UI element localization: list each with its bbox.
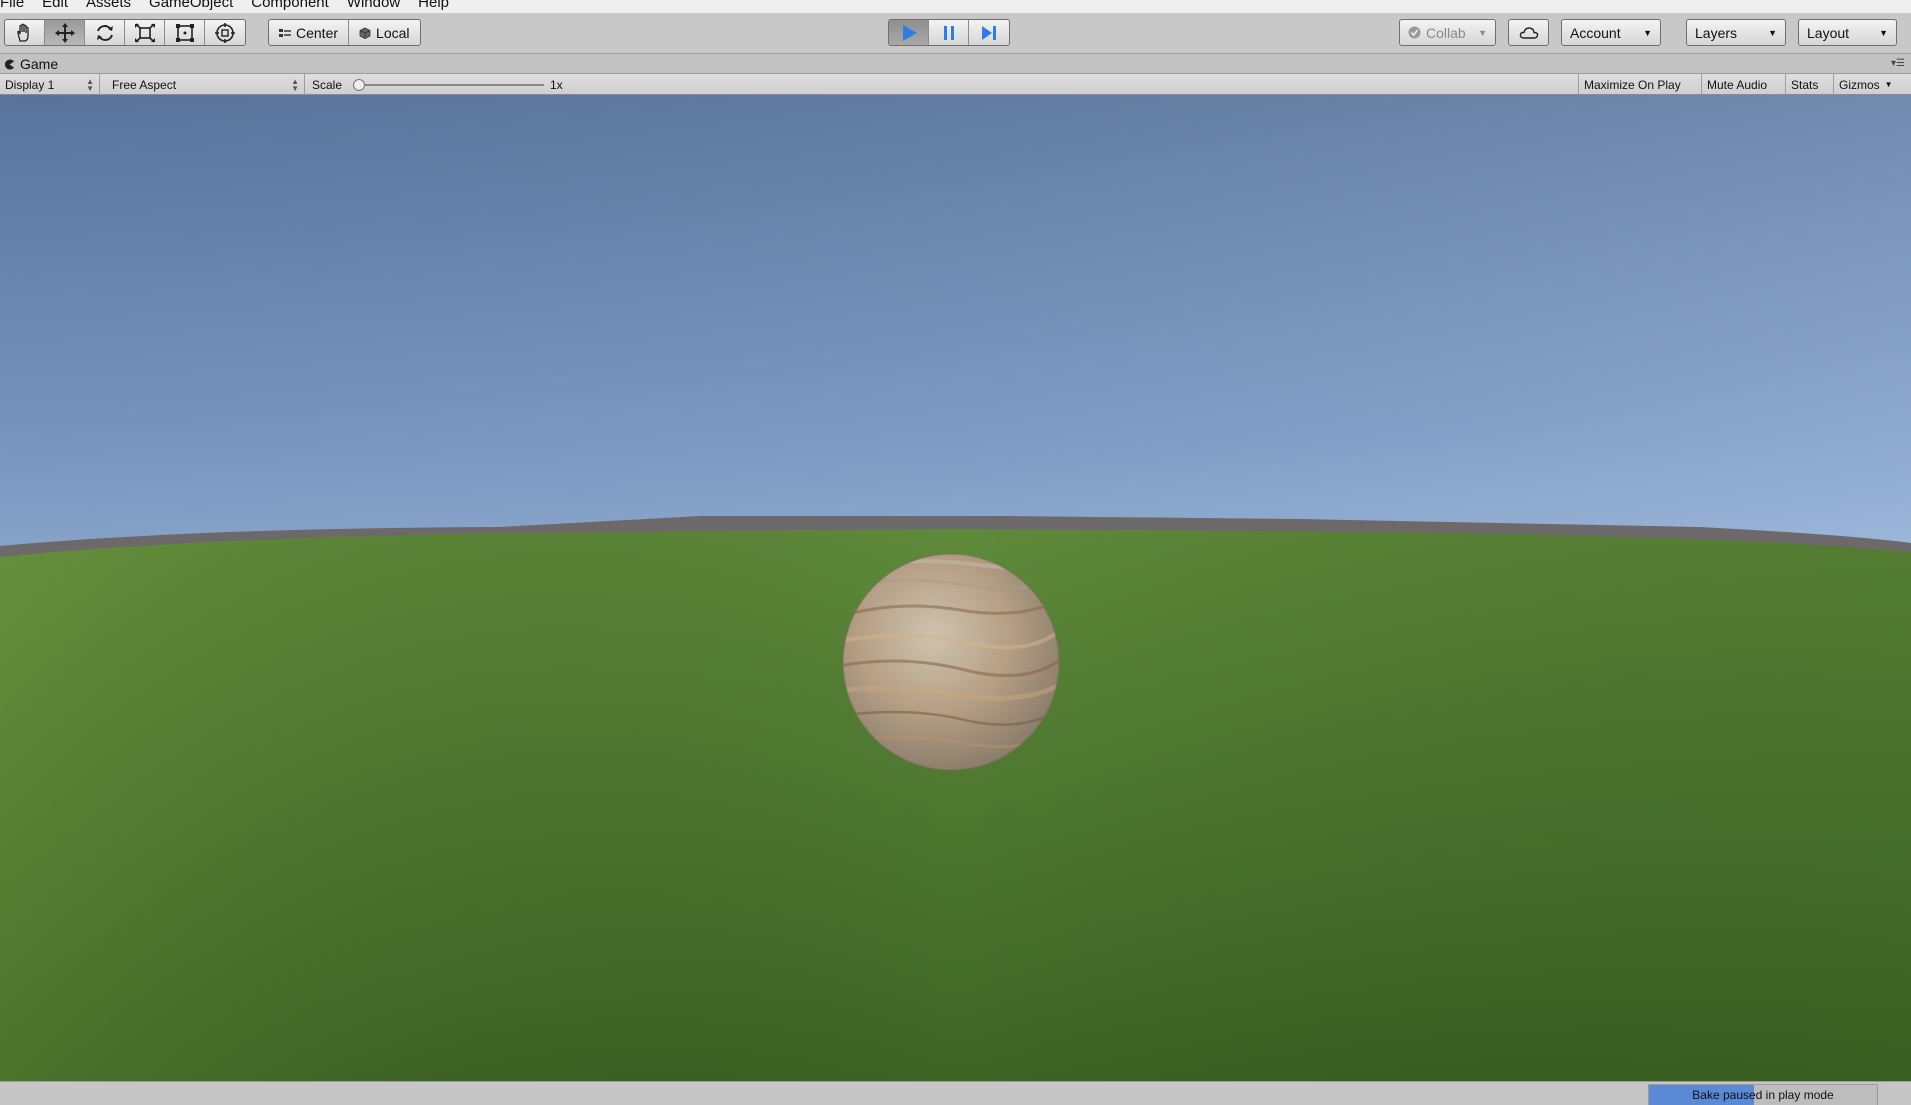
menu-item-file[interactable]: File — [0, 0, 24, 11]
account-label: Account — [1570, 24, 1621, 41]
layout-label: Layout — [1807, 24, 1850, 41]
pivot-group: Center Local — [268, 19, 421, 46]
maximize-on-play-toggle[interactable]: Maximize On Play — [1578, 74, 1686, 95]
rect-tool-button[interactable] — [165, 20, 205, 45]
rotate-tool-button[interactable] — [85, 20, 125, 45]
game-tab-label: Game — [20, 56, 59, 72]
menu-bar: File Edit Assets GameObject Component Window H… — [0, 0, 1911, 13]
hand-tool-button[interactable] — [5, 20, 45, 45]
updown-arrows-icon: ▲ ▼ — [86, 76, 94, 93]
move-tool-button[interactable] — [45, 20, 85, 45]
aspect-dropdown[interactable]: Free Aspect ▲ ▼ — [107, 74, 305, 95]
layers-dropdown[interactable]: Layers ▼ — [1686, 19, 1786, 46]
step-button[interactable] — [969, 20, 1009, 45]
rotate-icon — [96, 24, 113, 41]
pivot-center-button[interactable]: Center — [269, 20, 350, 45]
game-tab-bar: Game ▾☰ — [0, 54, 1911, 74]
layers-label: Layers — [1695, 24, 1738, 41]
aspect-label: Free Aspect — [112, 77, 177, 92]
collab-caret-icon: ▼ — [1478, 27, 1487, 38]
transform-tool-group — [4, 19, 246, 46]
play-button[interactable] — [889, 20, 929, 45]
cube-icon — [359, 27, 371, 39]
scale-icon — [134, 22, 155, 43]
display-label: Display 1 — [5, 77, 55, 92]
rock-sphere — [842, 553, 1060, 771]
collab-label: Collab — [1426, 24, 1466, 41]
maximize-on-play-label: Maximize On Play — [1584, 77, 1681, 92]
checkmark-circle-icon — [1408, 26, 1421, 39]
gizmos-dropdown[interactable]: Gizmos ▼ — [1833, 74, 1898, 95]
pause-icon — [943, 25, 954, 40]
menu-item-help[interactable]: Help — [418, 0, 449, 11]
menu-items: File Edit Assets GameObject Component Window H… — [0, 0, 449, 11]
status-bar: Bake paused in play mode — [0, 1081, 1911, 1105]
layout-dropdown[interactable]: Layout ▼ — [1798, 19, 1897, 46]
bake-progress-bar: Bake paused in play mode — [1648, 1084, 1878, 1105]
game-scene — [0, 95, 1911, 1081]
pause-button[interactable] — [929, 20, 969, 45]
main-toolbar: Center Local Collab ▼ Account ▼ Layers ▼… — [0, 13, 1911, 54]
scale-tool-button[interactable] — [125, 20, 165, 45]
account-dropdown[interactable]: Account ▼ — [1561, 19, 1661, 46]
layout-caret-icon: ▼ — [1879, 27, 1888, 38]
bake-status-text: Bake paused in play mode — [1692, 1088, 1834, 1102]
step-icon — [982, 25, 996, 40]
scale-slider-knob[interactable] — [353, 79, 365, 91]
gizmos-caret-icon: ▼ — [1884, 80, 1893, 89]
scale-control: Scale 1x — [307, 74, 577, 95]
scale-label: Scale — [312, 77, 343, 92]
menu-item-component[interactable]: Component — [251, 0, 329, 11]
updown-arrows-icon: ▲ ▼ — [291, 76, 299, 93]
menu-item-window[interactable]: Window — [347, 0, 400, 11]
mute-audio-label: Mute Audio — [1707, 77, 1768, 92]
stats-toggle[interactable]: Stats — [1785, 74, 1823, 95]
pivot-label: Center — [296, 24, 339, 41]
pacman-game-icon — [5, 59, 15, 69]
play-icon — [902, 24, 917, 41]
pivot-local-button[interactable]: Local — [349, 20, 419, 45]
rotation-label: Local — [376, 24, 410, 41]
scale-slider-track[interactable] — [359, 84, 544, 86]
move-icon — [54, 22, 75, 43]
tab-options-icon[interactable]: ▾☰ — [1891, 58, 1905, 69]
account-caret-icon: ▼ — [1643, 27, 1652, 38]
play-controls — [888, 19, 1010, 46]
menu-item-gameobject[interactable]: GameObject — [149, 0, 233, 11]
cloud-button[interactable] — [1508, 19, 1549, 46]
transform-tool-button[interactable] — [205, 20, 245, 45]
cloud-icon — [1519, 26, 1538, 39]
mute-audio-toggle[interactable]: Mute Audio — [1701, 74, 1772, 95]
menu-item-edit[interactable]: Edit — [42, 0, 68, 11]
stats-label: Stats — [1791, 77, 1819, 92]
hand-icon — [16, 23, 29, 42]
tab-game[interactable]: Game — [0, 54, 66, 74]
center-pivot-icon — [279, 28, 291, 37]
layers-caret-icon: ▼ — [1768, 27, 1777, 38]
rect-icon — [175, 23, 194, 42]
game-view-toolbar: Display 1 ▲ ▼ Free Aspect ▲ ▼ Scale 1x Max… — [0, 74, 1911, 95]
scale-value: 1x — [550, 78, 563, 92]
transform-icon — [215, 22, 235, 43]
gizmos-label: Gizmos — [1839, 77, 1880, 92]
menu-item-assets[interactable]: Assets — [86, 0, 131, 11]
display-dropdown[interactable]: Display 1 ▲ ▼ — [0, 74, 100, 95]
game-viewport[interactable] — [0, 95, 1911, 1081]
collab-dropdown[interactable]: Collab ▼ — [1399, 19, 1496, 46]
